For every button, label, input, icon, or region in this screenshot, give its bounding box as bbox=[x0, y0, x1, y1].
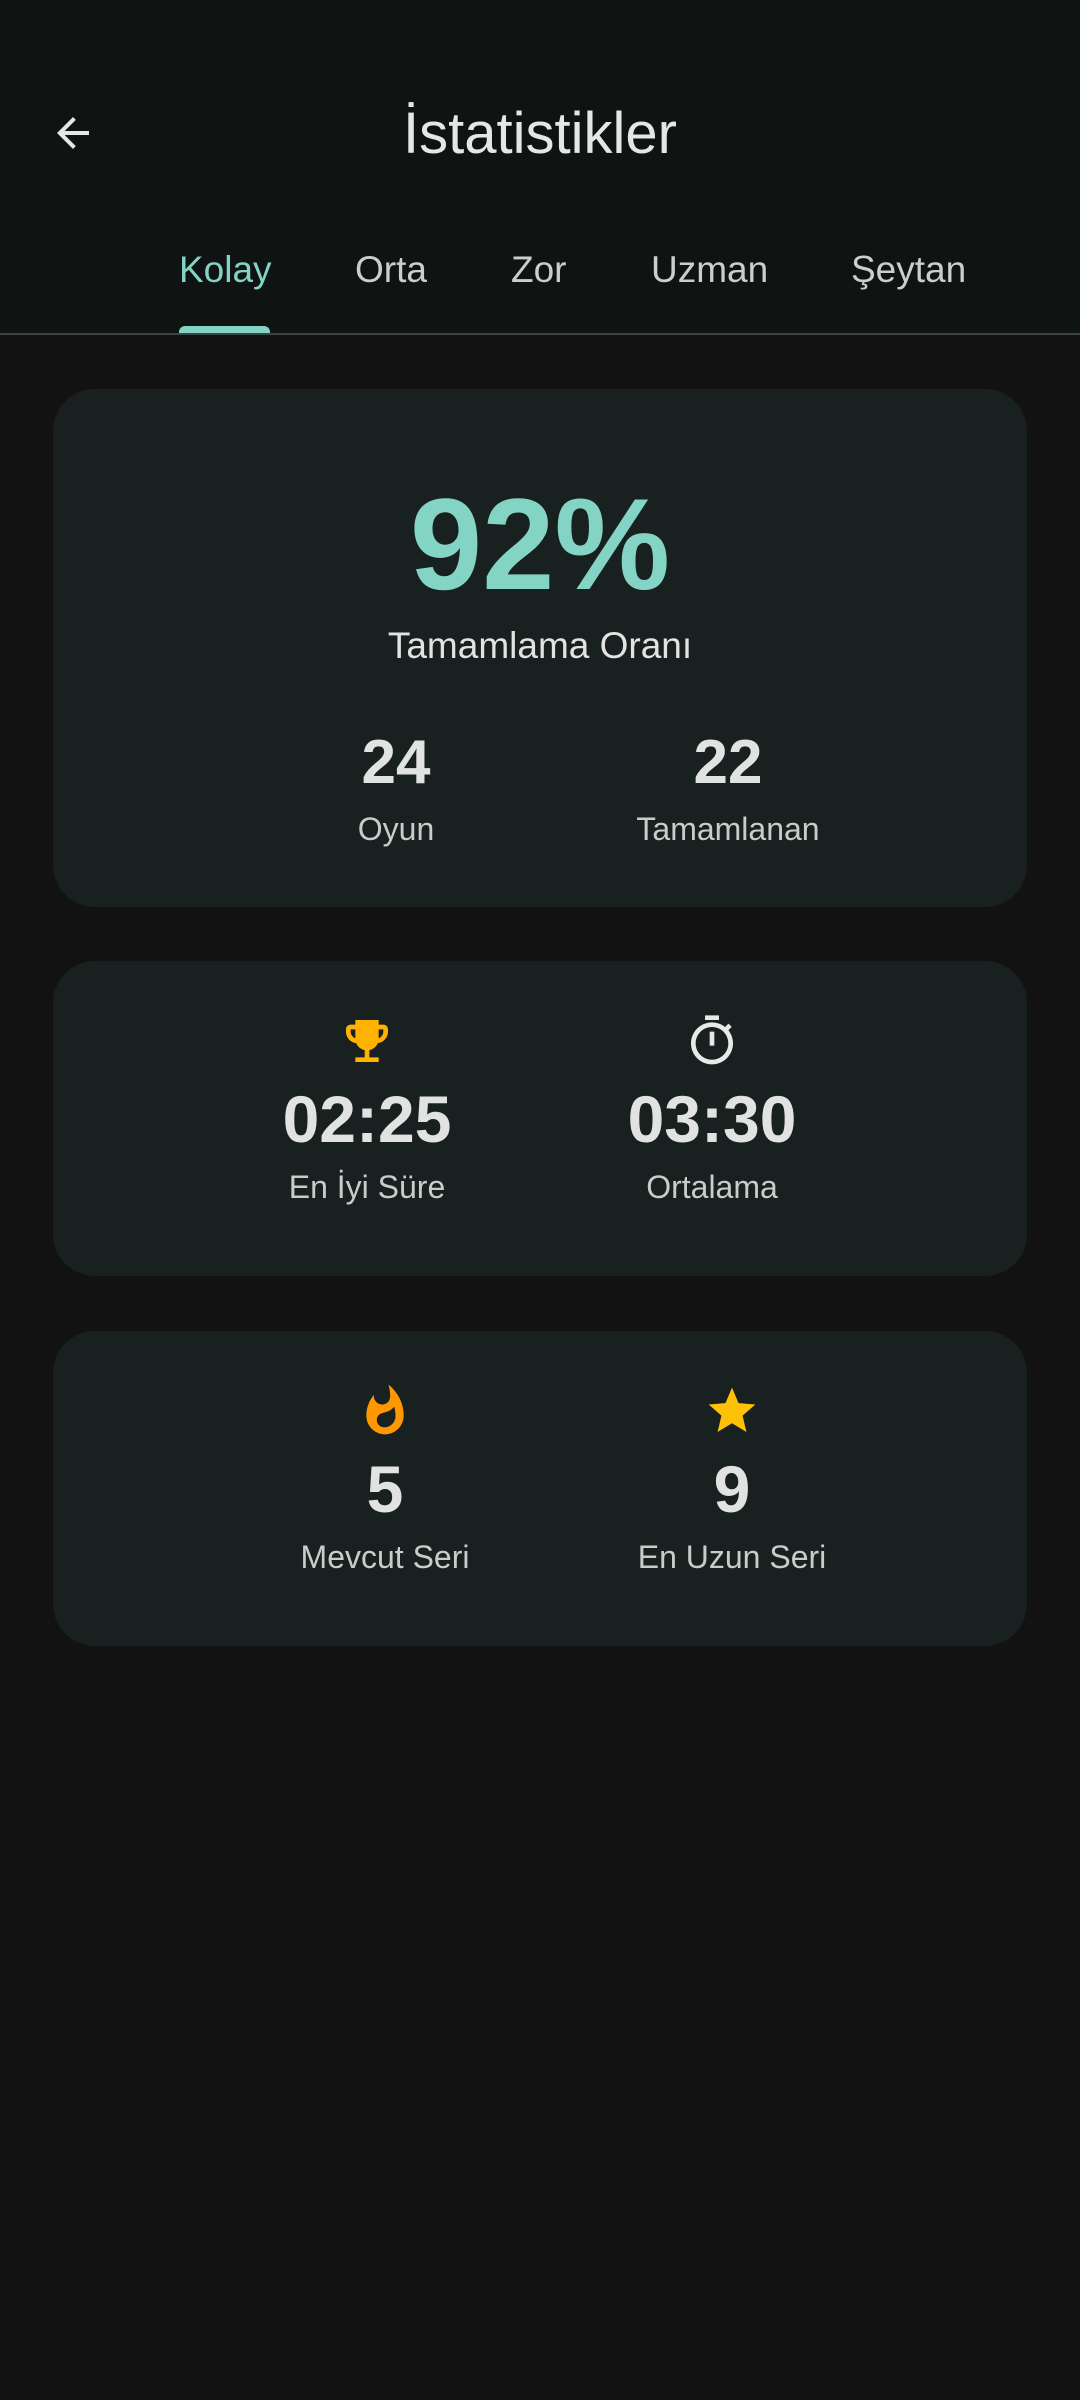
completion-card: 92% Tamamlama Oranı 24 Oyun 22 Tamamlana… bbox=[53, 389, 1027, 907]
games-label: Oyun bbox=[357, 811, 435, 847]
current-streak-value: 5 bbox=[366, 1452, 404, 1526]
current-streak-label: Mevcut Seri bbox=[300, 1539, 470, 1575]
tab-kolay[interactable]: Kolay bbox=[179, 240, 272, 300]
tab-seytan[interactable]: Şeytan bbox=[851, 240, 966, 300]
completed-label: Tamamlanan bbox=[636, 811, 820, 847]
best-time-stat: 02:25 En İyi Süre bbox=[217, 1013, 517, 1209]
streaks-card: 5 Mevcut Seri 9 En Uzun Seri bbox=[53, 1331, 1027, 1646]
star-icon bbox=[708, 1387, 756, 1432]
tab-zor[interactable]: Zor bbox=[511, 240, 567, 300]
current-streak-stat: 5 Mevcut Seri bbox=[235, 1383, 535, 1579]
longest-streak-label: En Uzun Seri bbox=[637, 1539, 827, 1575]
tab-uzman[interactable]: Uzman bbox=[651, 240, 768, 300]
timer-icon bbox=[691, 1015, 733, 1065]
games-value: 24 bbox=[361, 728, 431, 797]
longest-streak-stat: 9 En Uzun Seri bbox=[582, 1383, 882, 1579]
best-time-label: En İyi Süre bbox=[288, 1169, 446, 1205]
completed-stat: 22 Tamamlanan bbox=[578, 725, 878, 851]
page-title: İstatistikler bbox=[403, 101, 677, 166]
average-time-stat: 03:30 Ortalama bbox=[562, 1013, 862, 1209]
times-card: 02:25 En İyi Süre 03:30 Ortalama bbox=[53, 961, 1027, 1276]
best-time-value: 02:25 bbox=[282, 1082, 452, 1156]
longest-streak-value: 9 bbox=[713, 1452, 751, 1526]
average-time-label: Ortalama bbox=[646, 1169, 778, 1205]
completed-value: 22 bbox=[693, 728, 763, 797]
completion-rate-label: Tamamlama Oranı bbox=[387, 625, 693, 666]
fire-icon bbox=[366, 1384, 404, 1435]
games-stat: 24 Oyun bbox=[246, 725, 546, 851]
tab-divider bbox=[0, 333, 1080, 335]
trophy-icon bbox=[346, 1020, 388, 1062]
tab-orta[interactable]: Orta bbox=[355, 240, 427, 300]
app-bar: İstatistikler Kolay Orta Zor Uzman Şeyta… bbox=[0, 0, 1080, 335]
completion-rate-value: 92% bbox=[409, 471, 671, 617]
average-time-value: 03:30 bbox=[627, 1082, 797, 1156]
